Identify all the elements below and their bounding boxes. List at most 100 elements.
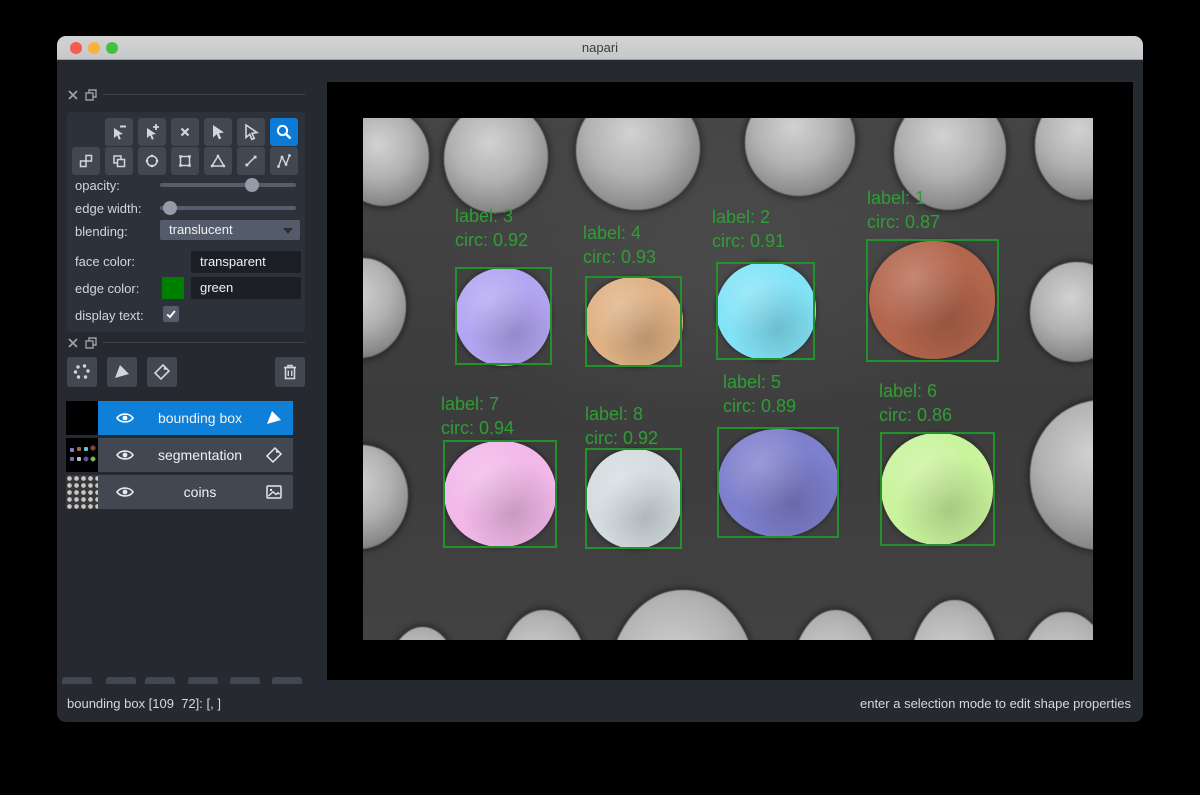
annotation-text: label: 5circ: 0.89 (723, 370, 796, 418)
annotation-text: label: 3circ: 0.92 (455, 204, 528, 252)
coins-photo: label: 3circ: 0.92label: 4circ: 0.93labe… (363, 118, 1093, 640)
edge-width-slider-track[interactable] (160, 206, 296, 210)
shapes-layer-icon (264, 408, 284, 428)
layer-row-bounding-box[interactable]: bounding box (66, 401, 293, 435)
add-ellipse-tool-button[interactable] (138, 147, 166, 175)
visibility-eye-icon[interactable] (114, 481, 136, 503)
annotation-circ-line: circ: 0.86 (879, 403, 952, 427)
delete-layer-button[interactable] (275, 357, 305, 387)
vertex-remove-tool-button[interactable] (105, 118, 133, 146)
annotation-text: label: 8circ: 0.92 (585, 402, 658, 450)
add-line-tool-button[interactable] (237, 147, 265, 175)
layer-name: segmentation (136, 447, 264, 463)
background-coin (498, 610, 588, 640)
vertex-insert-tool-button[interactable] (138, 118, 166, 146)
sidebar: opacity: edge width: blending: transluce… (57, 60, 327, 684)
status-coordinates: bounding box [109 72]: [, ] (67, 696, 221, 711)
window-title: napari (57, 40, 1143, 55)
float-panel-icon[interactable] (85, 89, 97, 101)
panel-divider (103, 94, 305, 95)
image-layer-icon (264, 482, 284, 502)
bounding-box-rect (717, 427, 839, 538)
background-coin (745, 118, 855, 196)
status-help-text: enter a selection mode to edit shape pro… (860, 696, 1131, 711)
background-coin (363, 118, 429, 206)
background-coin (908, 600, 1000, 640)
add-polygon-tool-button[interactable] (204, 147, 232, 175)
layer-thumbnail (66, 438, 98, 472)
edge-width-slider[interactable] (160, 201, 296, 215)
background-coin (1030, 400, 1093, 550)
bounding-box-rect (585, 276, 682, 367)
background-coin (444, 118, 548, 213)
visibility-eye-icon[interactable] (114, 444, 136, 466)
background-coin (363, 258, 406, 358)
edge-width-label: edge width: (75, 201, 142, 216)
annotation-circ-line: circ: 0.94 (441, 416, 514, 440)
opacity-slider[interactable] (160, 178, 296, 192)
layer-name: coins (136, 484, 264, 500)
screen: napari (0, 0, 1200, 795)
visibility-eye-icon[interactable] (114, 407, 136, 429)
new-shapes-layer-button[interactable] (107, 357, 137, 387)
face-color-label: face color: (75, 254, 135, 269)
bounding-box-rect (455, 267, 552, 365)
annotation-circ-line: circ: 0.93 (583, 245, 656, 269)
annotation-label-line: label: 6 (879, 379, 952, 403)
move-to-back-tool-button[interactable] (72, 147, 100, 175)
annotation-text: label: 2circ: 0.91 (712, 205, 785, 253)
background-coin (1035, 118, 1093, 200)
opacity-label: opacity: (75, 178, 120, 193)
new-labels-layer-button[interactable] (147, 357, 177, 387)
display-text-checkbox[interactable] (163, 306, 179, 322)
background-coin (1030, 262, 1093, 362)
background-coin (576, 118, 700, 210)
bounding-box-rect (866, 239, 999, 362)
annotation-circ-line: circ: 0.91 (712, 229, 785, 253)
annotation-circ-line: circ: 0.87 (867, 210, 940, 234)
face-color-input[interactable]: transparent (191, 251, 301, 273)
add-path-tool-button[interactable] (270, 147, 298, 175)
edge-color-swatch[interactable] (162, 277, 184, 299)
chevron-down-icon (283, 228, 293, 234)
float-panel-icon[interactable] (85, 337, 97, 349)
pan-zoom-tool-button[interactable] (270, 118, 298, 146)
background-coin (790, 610, 880, 640)
check-icon (165, 308, 177, 320)
close-panel-icon[interactable] (67, 337, 79, 349)
annotation-circ-line: circ: 0.89 (723, 394, 796, 418)
annotation-label-line: label: 5 (723, 370, 796, 394)
blending-dropdown[interactable]: translucent (160, 220, 300, 240)
annotation-label-line: label: 1 (867, 186, 940, 210)
bounding-box-rect (716, 262, 815, 360)
delete-shape-tool-button[interactable] (171, 118, 199, 146)
add-rectangle-tool-button[interactable] (171, 147, 199, 175)
opacity-slider-handle[interactable] (245, 178, 259, 192)
new-points-layer-button[interactable] (67, 357, 97, 387)
background-coin (363, 445, 408, 549)
annotation-label-line: label: 2 (712, 205, 785, 229)
close-panel-icon[interactable] (67, 89, 79, 101)
annotation-text: label: 7circ: 0.94 (441, 392, 514, 440)
annotation-text: label: 1circ: 0.87 (867, 186, 940, 234)
move-to-front-tool-button[interactable] (105, 147, 133, 175)
annotation-circ-line: circ: 0.92 (455, 228, 528, 252)
viewer-canvas[interactable]: label: 3circ: 0.92label: 4circ: 0.93labe… (327, 82, 1133, 680)
bounding-box-rect (443, 440, 557, 548)
annotation-label-line: label: 7 (441, 392, 514, 416)
annotation-label-line: label: 8 (585, 402, 658, 426)
select-shapes-tool-button[interactable] (204, 118, 232, 146)
display-text-label: display text: (75, 308, 144, 323)
edge-color-input[interactable]: green (191, 277, 301, 299)
select-vertices-tool-button[interactable] (237, 118, 265, 146)
panel-divider (103, 342, 305, 343)
edge-width-slider-handle[interactable] (163, 201, 177, 215)
opacity-slider-track[interactable] (160, 183, 296, 187)
layer-row-segmentation[interactable]: segmentation (66, 438, 293, 472)
annotation-text: label: 6circ: 0.86 (879, 379, 952, 427)
layer-row-coins[interactable]: coins (66, 475, 293, 509)
titlebar: napari (57, 36, 1143, 60)
layer-thumbnail (66, 475, 98, 509)
bounding-box-rect (585, 448, 682, 549)
background-coin (607, 590, 757, 640)
